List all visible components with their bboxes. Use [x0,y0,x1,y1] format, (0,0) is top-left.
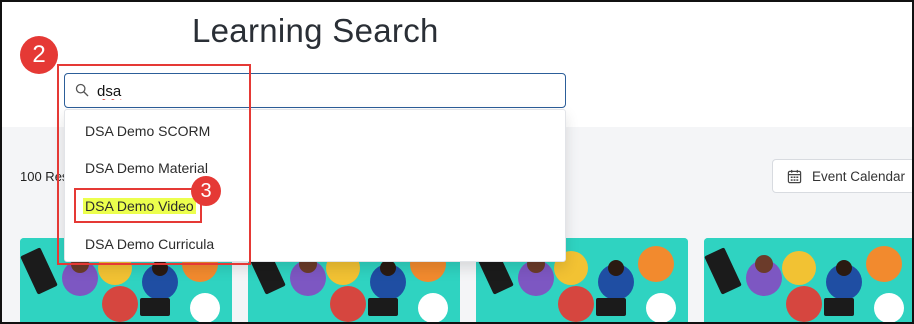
suggestion-item[interactable]: DSA Demo Material [85,160,208,176]
event-calendar-label: Event Calendar [812,168,906,184]
app-window: Learning Search 100 Res Event Calendar [0,0,914,324]
step-badge: 3 [191,176,221,206]
event-calendar-button[interactable]: Event Calendar [772,159,912,193]
suggestion-item-highlighted[interactable]: DSA Demo Video [83,198,196,214]
results-count: 100 Res [20,169,69,184]
suggestion-item[interactable]: DSA Demo SCORM [85,123,210,139]
calendar-icon [787,169,802,183]
search-input[interactable] [97,80,537,102]
course-card-thumbnail[interactable] [704,238,912,322]
search-box[interactable] [64,73,566,108]
suggestion-item[interactable]: DSA Demo Curricula [85,236,214,252]
search-suggestions-dropdown: DSA Demo SCORM DSA Demo Material DSA Dem… [64,109,566,262]
step-badge: 2 [20,36,58,74]
page-title: Learning Search [192,12,439,49]
search-icon [75,83,89,97]
